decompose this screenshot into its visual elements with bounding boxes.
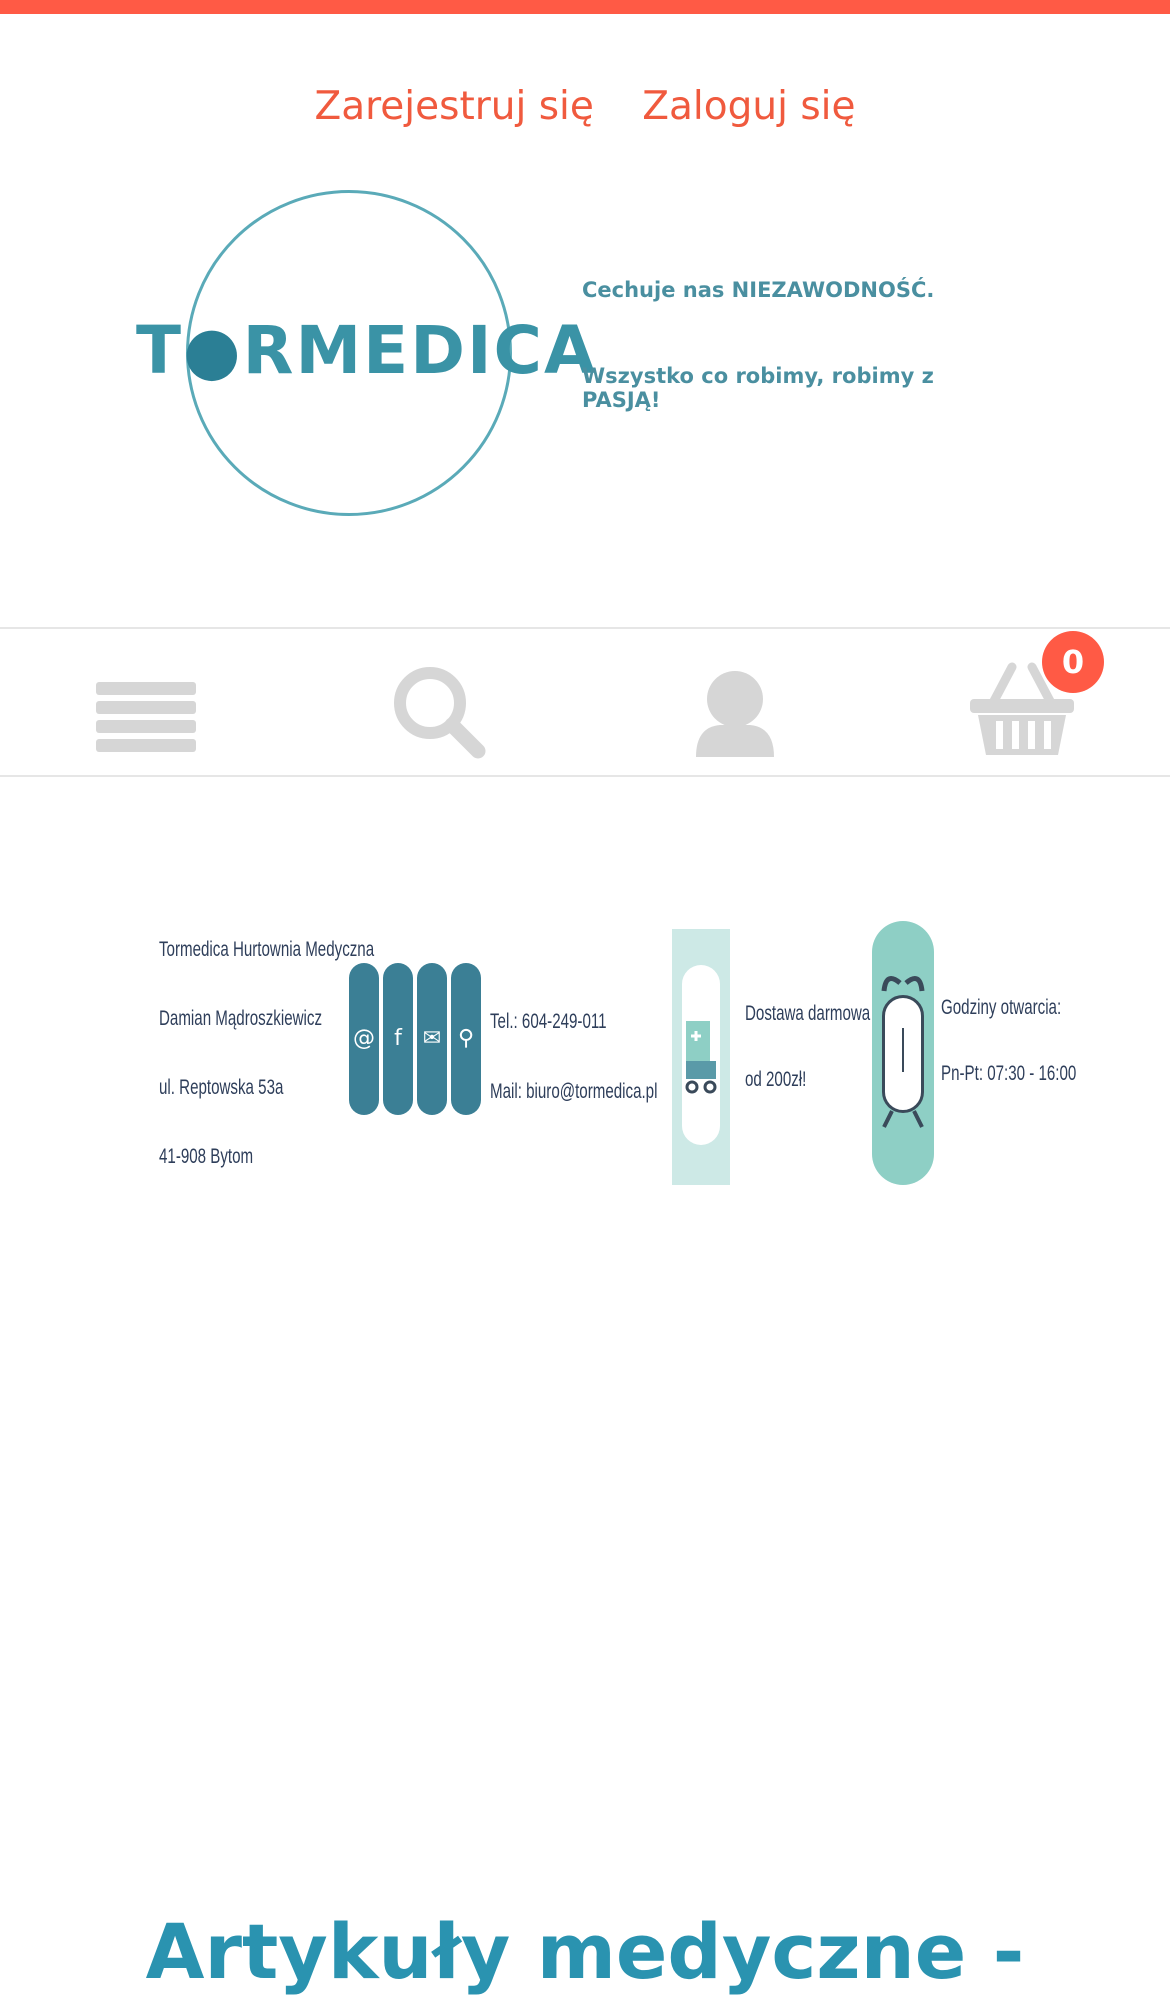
company-city: 41-908 Bytom — [159, 1145, 254, 1168]
delivery-line-1: Dostawa darmowa — [745, 1002, 871, 1025]
user-icon — [696, 671, 774, 757]
at-icon: @ — [349, 963, 379, 1115]
search-icon — [394, 667, 486, 759]
delivery-info: Dostawa darmowa od 200zł! — [745, 981, 870, 1113]
site-logo[interactable]: T●RMEDICA Cechuje nas NIEZAWODNOŚĆ. Wszy… — [130, 180, 980, 540]
opening-hours: Godziny otwarcia: Pn-Pt: 07:30 - 16:00 — [941, 975, 1076, 1107]
search-button[interactable] — [390, 651, 500, 759]
company-street: ul. Reptowska 53a — [159, 1076, 284, 1099]
top-accent-strip — [0, 0, 1170, 14]
map-pin-icon: ⚲ — [451, 963, 481, 1115]
envelope-icon: ✉ — [417, 963, 447, 1115]
contact-details: Tel.: 604-249-011 Mail: biuro@tormedica.… — [490, 987, 657, 1127]
auth-links: Zarejestruj się Zaloguj się — [0, 84, 1170, 129]
account-button[interactable] — [684, 651, 794, 757]
delivery-line-2: od 200zł! — [745, 1068, 807, 1091]
company-owner: Damian Mądroszkiewicz — [159, 1007, 323, 1030]
truck-icon — [685, 1021, 717, 1094]
email-address: Mail: biuro@tormedica.pl — [490, 1080, 658, 1103]
clock-icon — [872, 921, 934, 1185]
logo-wordmark: T●RMEDICA — [136, 312, 598, 389]
cart-count-badge: 0 — [1042, 631, 1104, 693]
logo-tagline-2: Wszystko co robimy, robimy z PASJĄ! — [582, 364, 934, 412]
phone-number: Tel.: 604-249-011 — [490, 1010, 607, 1033]
info-banner: Tormedica Hurtownia Medyczna Damian Mądr… — [155, 915, 1076, 1205]
delivery-panel — [672, 929, 730, 1185]
menu-button[interactable] — [96, 651, 206, 755]
register-link[interactable]: Zarejestruj się — [315, 84, 594, 129]
logo-tagline-1: Cechuje nas NIEZAWODNOŚĆ. — [582, 278, 935, 302]
page-title: Artykuły medyczne - — [145, 1907, 1025, 1996]
mobile-nav-bar — [0, 627, 1170, 777]
login-link[interactable]: Zaloguj się — [642, 84, 855, 129]
company-name: Tormedica Hurtownia Medyczna — [159, 938, 375, 961]
facebook-icon: f — [383, 963, 413, 1115]
hours-value: Pn-Pt: 07:30 - 16:00 — [941, 1062, 1077, 1085]
company-address: Tormedica Hurtownia Medyczna Damian Mądr… — [159, 915, 375, 1191]
hours-label: Godziny otwarcia: — [941, 996, 1062, 1019]
